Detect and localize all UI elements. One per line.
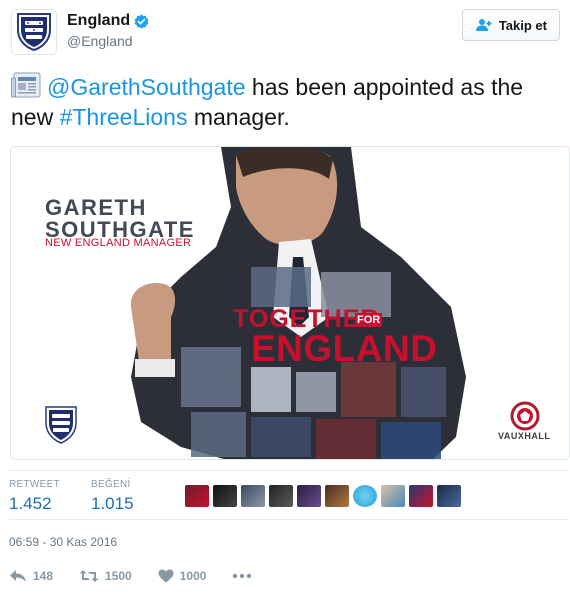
more-dots-icon bbox=[233, 573, 252, 579]
poster-name-line1: GARETH bbox=[45, 195, 147, 220]
handle[interactable]: @England bbox=[67, 33, 149, 49]
three-lions-crest-icon bbox=[17, 13, 51, 52]
reply-count: 148 bbox=[33, 569, 54, 583]
poster-subtitle: NEW ENGLAND MANAGER bbox=[45, 237, 192, 249]
name-block: England @England bbox=[67, 12, 149, 49]
liker-avatar[interactable] bbox=[269, 485, 293, 507]
tweet-text-end: manager. bbox=[187, 104, 290, 130]
tweet-header: England @England Takip et bbox=[11, 9, 560, 59]
verified-badge-icon bbox=[134, 13, 149, 29]
tweet-stats: RETWEET 1.452 BEĞENİ 1.015 bbox=[9, 470, 569, 520]
retweet-stat-value: 1.452 bbox=[9, 494, 52, 513]
liker-avatar[interactable] bbox=[325, 485, 349, 507]
liker-avatar[interactable] bbox=[353, 485, 377, 507]
sponsor-text: VAUXHALL bbox=[498, 431, 551, 441]
mention-link[interactable]: @GarethSouthgate bbox=[47, 74, 246, 100]
tweet-text: @GarethSouthgate has been appointed as t… bbox=[11, 72, 556, 132]
like-stat-value: 1.015 bbox=[91, 494, 134, 513]
retweet-icon bbox=[79, 570, 99, 582]
liker-avatar[interactable] bbox=[185, 485, 209, 507]
liker-avatars bbox=[185, 485, 461, 507]
retweet-button[interactable]: 1500 bbox=[79, 569, 132, 583]
more-options-button[interactable] bbox=[232, 573, 252, 579]
reply-button[interactable]: 148 bbox=[9, 569, 53, 583]
vauxhall-logo-icon bbox=[510, 401, 540, 431]
reply-icon bbox=[10, 570, 26, 582]
liker-avatar[interactable] bbox=[409, 485, 433, 507]
poster-for-text: FOR bbox=[355, 313, 383, 327]
avatar[interactable] bbox=[11, 9, 57, 55]
manager-photo-collage bbox=[130, 147, 466, 459]
hashtag-link[interactable]: #ThreeLions bbox=[60, 104, 188, 130]
liker-avatar[interactable] bbox=[213, 485, 237, 507]
tweet-media[interactable]: GARETH SOUTHGATE NEW ENGLAND MANAGER TOG… bbox=[10, 146, 570, 460]
retweet-count: 1500 bbox=[105, 569, 132, 583]
retweet-stat[interactable]: RETWEET 1.452 bbox=[9, 479, 60, 514]
like-button[interactable]: 1000 bbox=[158, 569, 207, 583]
heart-icon bbox=[158, 569, 174, 583]
like-stat-label: BEĞENİ bbox=[91, 479, 131, 490]
display-name[interactable]: England bbox=[67, 12, 149, 30]
follow-user-icon bbox=[475, 19, 492, 31]
display-name-text[interactable]: England bbox=[67, 12, 130, 30]
like-stat[interactable]: BEĞENİ 1.015 bbox=[91, 479, 134, 514]
follow-button[interactable]: Takip et bbox=[461, 9, 560, 41]
liker-avatar[interactable] bbox=[381, 485, 405, 507]
liker-avatar[interactable] bbox=[297, 485, 321, 507]
tweet-timestamp[interactable]: 06:59 - 30 Kas 2016 bbox=[9, 535, 117, 549]
tweet-actions: 148 1500 1000 bbox=[9, 566, 278, 586]
newspaper-icon bbox=[11, 72, 41, 98]
poster-england-text: ENGLAND bbox=[251, 328, 438, 369]
liker-avatar[interactable] bbox=[437, 485, 461, 507]
follow-button-label: Takip et bbox=[498, 17, 547, 33]
like-count: 1000 bbox=[179, 569, 207, 583]
retweet-stat-label: RETWEET bbox=[9, 479, 60, 490]
poster-name: GARETH SOUTHGATE bbox=[45, 197, 195, 241]
liker-avatar[interactable] bbox=[241, 485, 265, 507]
england-crest-icon bbox=[45, 406, 77, 444]
